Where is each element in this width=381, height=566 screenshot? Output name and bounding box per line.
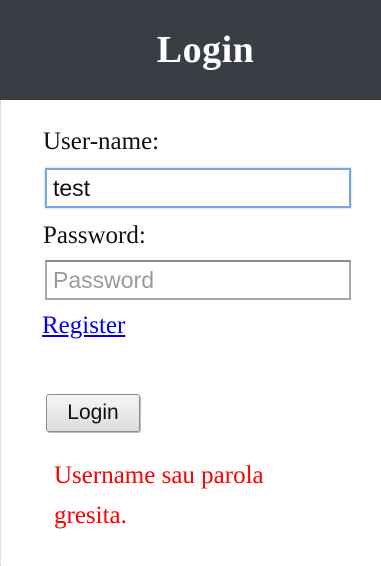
register-link[interactable]: Register <box>42 312 125 340</box>
login-button[interactable]: Login <box>46 394 140 432</box>
username-label: User-name: <box>43 128 160 155</box>
login-panel: User-name: Password: Register Login User… <box>0 100 381 566</box>
username-input[interactable] <box>45 168 351 208</box>
password-label: Password: <box>43 222 146 249</box>
login-header: Login <box>0 0 381 100</box>
page-title: Login <box>156 29 255 71</box>
error-message: Username sau parola gresita. <box>54 462 264 529</box>
password-input[interactable] <box>45 260 351 300</box>
